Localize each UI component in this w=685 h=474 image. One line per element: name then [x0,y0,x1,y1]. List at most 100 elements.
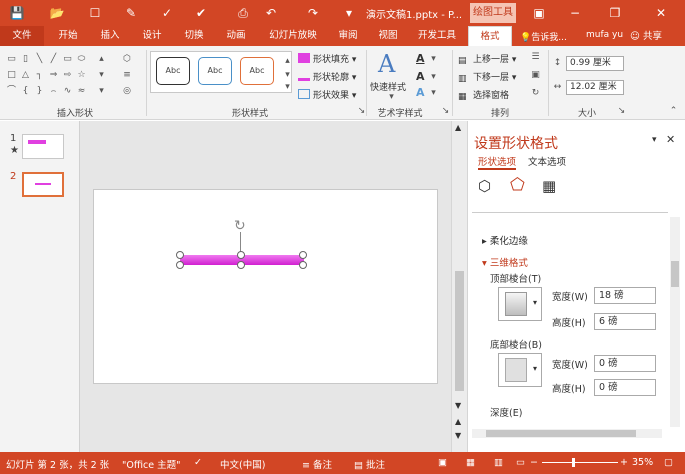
bracket-icon[interactable]: } [34,86,45,96]
shape-style-swatch[interactable]: Abc [240,57,274,85]
collapse-ribbon-icon[interactable]: ⌃ [668,106,679,116]
tab-shape-options[interactable]: 形状选项 [478,154,517,170]
arrow-icon[interactable]: ⇨ [62,70,73,80]
scrollbar-thumb[interactable] [671,261,679,287]
slide-sorter-icon[interactable]: ▦ [466,457,475,468]
line-icon[interactable]: ╲ [34,54,45,64]
shape-style-swatch[interactable]: Abc [156,57,190,85]
text-fill-icon[interactable]: A [416,52,425,65]
language-status[interactable]: 中文(中国) [220,457,265,471]
more-icon[interactable]: ▾ [96,86,107,96]
rectangle-icon[interactable]: ▭ [62,54,73,64]
bring-forward-button[interactable]: ▤ 上移一层 ▾ [458,52,516,66]
reading-view-icon[interactable]: ▥ [494,457,503,468]
resize-handle[interactable] [237,261,245,269]
curve-icon[interactable]: ⌒ [6,86,17,96]
scroll-up-icon[interactable]: ▴ [282,56,293,66]
freeform-icon[interactable]: ∿ [62,86,73,96]
pane-options-icon[interactable]: ▾ [652,135,657,145]
tab-design[interactable]: 设计 [134,26,170,46]
chevron-down-icon[interactable]: ▾ [428,72,439,82]
top-bevel-height-input[interactable]: 6 磅 [594,313,656,330]
scroll-down-icon[interactable]: ▼ [455,401,461,410]
selection-pane-button[interactable]: ▦ 选择窗格 [458,88,509,102]
shape-gallery[interactable]: ▭ ▯ ╲ ╱ ▭ ⬭ □ △ ┐ ⇒ ⇨ ☆ ⌒ { } ⌢ ∿ ≈ ▴ ▾ … [4,52,112,98]
top-bevel-picker[interactable]: ▾ [498,287,542,321]
zoom-slider[interactable] [542,462,618,463]
comments-button[interactable]: ▤ 批注 [354,457,385,471]
rectangle-icon[interactable]: □ [6,70,17,80]
undo-icon[interactable]: ↶ [262,4,280,22]
slide-thumbnail-2[interactable] [22,172,64,197]
user-name[interactable]: mufa yu [586,30,623,40]
send-backward-button[interactable]: ▥ 下移一层 ▾ [458,70,516,84]
tab-insert[interactable]: 插入 [92,26,128,46]
arc-icon[interactable]: ⌢ [48,86,59,96]
soft-edges-section[interactable]: ▸ 柔化边缘 [482,233,528,247]
more-icon[interactable]: ▾ [282,82,293,92]
dialog-launcher-icon[interactable]: ↘ [440,106,451,116]
effects-pentagon-icon[interactable]: ⬠ [510,175,525,195]
zoom-level[interactable]: 35% [632,457,653,468]
wordart-a-icon[interactable]: A [378,50,395,78]
shape-style-swatch[interactable]: Abc [198,57,232,85]
ribbon-display-icon[interactable]: ▣ [530,4,548,22]
vertical-scrollbar[interactable]: ▲ ▼ ▲ ▼ [451,121,467,452]
vertical-textbox-icon[interactable]: ▯ [20,54,31,64]
oval-icon[interactable]: ⬭ [76,54,87,64]
dialog-launcher-icon[interactable]: ↘ [616,106,627,116]
tab-developer[interactable]: 开发工具 [412,26,462,46]
fit-to-window-icon[interactable]: ▢ [664,457,673,468]
scribble-icon[interactable]: ≈ [76,86,87,96]
resize-handle[interactable] [176,251,184,259]
shape-outline-button[interactable]: 形状轮廓 ▾ [298,70,356,83]
rotate-icon[interactable]: ↻ [530,88,541,98]
share-button[interactable]: ☺ 共享 [630,28,662,42]
bottom-bevel-width-input[interactable]: 0 磅 [594,355,656,372]
tab-view[interactable]: 视图 [370,26,406,46]
textbox-icon[interactable]: ▭ [6,54,17,64]
scroll-up-icon[interactable]: ▴ [96,54,107,64]
scrollbar-thumb[interactable] [455,271,464,391]
group-icon[interactable]: ▣ [530,70,541,80]
shape-height-input[interactable]: 0.99 厘米 [566,56,624,71]
size-properties-icon[interactable]: ▦ [542,177,556,195]
check-icon[interactable]: ✓ [158,4,176,22]
resize-handle[interactable] [176,261,184,269]
slideshow-icon[interactable]: ▭ [516,457,525,468]
open-folder-icon[interactable]: 📂 [48,4,66,22]
tab-home[interactable]: 开始 [50,26,86,46]
pane-horizontal-scrollbar[interactable] [472,429,662,438]
tab-slideshow[interactable]: 幻灯片放映 [260,26,326,46]
merge-shapes-icon[interactable]: ◎ [118,86,136,96]
tab-text-options[interactable]: 文本选项 [528,154,566,168]
minimize-icon[interactable]: − [566,4,584,22]
scroll-up-icon[interactable]: ▲ [455,123,461,132]
save-icon[interactable]: 💾 [8,4,26,22]
tab-file[interactable]: 文件 [0,26,44,46]
scroll-down-icon[interactable]: ▾ [96,70,107,80]
close-icon[interactable]: ✕ [652,4,670,22]
previous-slide-icon[interactable]: ▲ [455,417,461,426]
bottom-bevel-picker[interactable]: ▾ [498,353,542,387]
bracket-icon[interactable]: { [20,86,31,96]
zoom-slider-thumb[interactable] [572,458,575,467]
triangle-icon[interactable]: △ [20,70,31,80]
chevron-down-icon[interactable]: ▾ [428,88,439,98]
textbox-draw-icon[interactable]: ≡ [118,70,136,80]
line-icon[interactable]: ╱ [48,54,59,64]
tab-transitions[interactable]: 切换 [176,26,212,46]
top-bevel-width-input[interactable]: 18 磅 [594,287,656,304]
pane-scrollbar[interactable] [670,217,680,427]
restore-icon[interactable]: ❐ [606,4,624,22]
slide-thumbnail-1[interactable] [22,134,64,159]
arrow-icon[interactable]: ⇒ [48,70,59,80]
rotate-handle-icon[interactable]: ↻ [234,218,246,234]
resize-handle[interactable] [237,251,245,259]
shape-width-input[interactable]: 12.02 厘米 [566,80,624,95]
bottom-bevel-height-input[interactable]: 0 磅 [594,379,656,396]
customize-qa-icon[interactable]: ▾ [340,4,358,22]
tab-review[interactable]: 审阅 [330,26,366,46]
resize-handle[interactable] [299,261,307,269]
shape-fill-button[interactable]: 形状填充 ▾ [298,52,356,65]
